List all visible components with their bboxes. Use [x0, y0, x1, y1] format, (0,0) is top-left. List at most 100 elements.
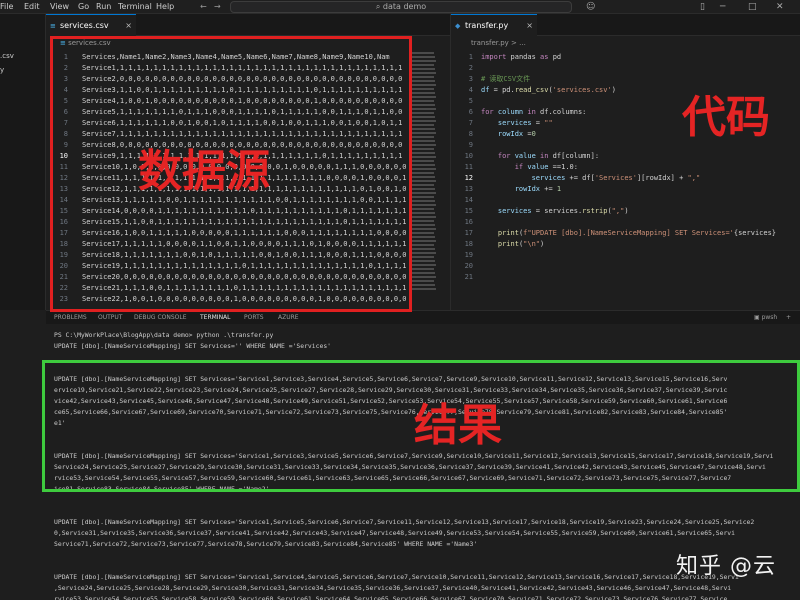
code-token: = [535, 119, 545, 127]
code-token: f"UPDATE [dbo].[NameServiceMapping] SET … [523, 229, 734, 237]
line-number: 8 [468, 130, 473, 138]
minimap-line [412, 180, 436, 182]
code-text: print("\n") [481, 239, 544, 250]
terminal-shell-icon[interactable]: ▣ pwsh [754, 311, 777, 325]
tab-debug-console[interactable]: DEBUG CONSOLE [134, 311, 187, 325]
code-text: for value in df[column]: [481, 151, 599, 162]
terminal-shell-label: pwsh [761, 314, 778, 321]
code-token: in [527, 108, 541, 116]
line-number: 14 [464, 196, 473, 204]
minimap-line [412, 244, 434, 246]
code-token: print [497, 229, 519, 237]
tab-label: transfer.py [465, 21, 509, 30]
minimap-line [412, 184, 434, 186]
code-token: df[column]: [552, 152, 600, 160]
editor-group-python: ◆ transfer.py × transfer.py > ... 1 impor… [450, 14, 800, 310]
line-number: 9 [468, 141, 473, 149]
breadcrumb-file: transfer.py > ... [471, 39, 526, 47]
code-token: ) [624, 207, 629, 215]
code-token: "\n" [523, 240, 541, 248]
code-token: rstrip [582, 207, 608, 215]
back-arrow-icon[interactable]: ← [200, 0, 207, 14]
minimap-line [412, 120, 436, 122]
menu-go[interactable]: Go [78, 0, 89, 14]
code-token: "" [544, 119, 553, 127]
terminal-line: PS C:\MyWorkPlace\BlogApp\data demo> pyt… [54, 331, 274, 339]
tab-services-csv[interactable]: ≡ services.csv × [46, 14, 136, 36]
tab-output[interactable]: OUTPUT [98, 311, 122, 325]
minimize-icon[interactable]: ─ [720, 0, 725, 14]
line-number: 16 [464, 218, 473, 226]
minimap-line [412, 276, 436, 278]
search-icon: ⌕ [375, 2, 383, 11]
code-token: pd [552, 53, 562, 61]
menu-run[interactable]: Run [96, 0, 111, 14]
close-window-icon[interactable]: ✕ [776, 0, 784, 14]
panel-tab-bar: PROBLEMS OUTPUT DEBUG CONSOLE TERMINAL P… [46, 310, 800, 326]
minimap-line [412, 256, 434, 258]
code-token: value [527, 163, 553, 171]
code-line: 18 print("\n") [451, 239, 800, 250]
code-line: 12 services += df['Services'][rowIdx] + … [451, 173, 800, 184]
terminal-line: rvice53,Service54,Service55,Service58,Se… [54, 595, 728, 600]
line-number: 6 [468, 108, 473, 116]
code-token: += [544, 185, 557, 193]
code-line: 11 if value ==1.0: [451, 162, 800, 173]
menu-help[interactable]: Help [156, 0, 174, 14]
copilot-icon[interactable]: ☺ [586, 0, 595, 14]
terminal-line: 0,Service31,Service35,Service36,Service3… [54, 529, 736, 537]
line-number: 11 [464, 163, 473, 171]
close-tab-icon[interactable]: × [526, 15, 533, 37]
tab-azure[interactable]: AZURE [278, 311, 299, 325]
code-token: {services} [733, 229, 777, 237]
code-token: = pd. [493, 86, 515, 94]
code-token: read_csv [514, 86, 549, 94]
maximize-icon[interactable]: □ [748, 0, 757, 14]
menu-terminal[interactable]: Terminal [118, 0, 152, 14]
new-terminal-icon[interactable]: + [786, 311, 791, 325]
code-line: 1 import pandas as pd [451, 52, 800, 63]
code-token: for [497, 152, 515, 160]
minimap-line [412, 208, 434, 210]
code-label: 代码 [682, 92, 770, 143]
tab-ports[interactable]: PORTS [244, 311, 264, 325]
command-center-search[interactable]: ⌕ data demo [230, 1, 572, 13]
code-token: += df[ [569, 174, 595, 182]
tab-transfer-py[interactable]: ◆ transfer.py × [451, 14, 537, 36]
layout-icon[interactable]: ▯ [700, 0, 705, 14]
tab-problems[interactable]: PROBLEMS [54, 311, 87, 325]
code-token: if [514, 163, 528, 171]
minimap-line [412, 192, 436, 194]
minimap-line [412, 84, 436, 86]
breadcrumb[interactable]: transfer.py > ... [471, 39, 526, 47]
minimap-line [412, 204, 436, 206]
minimap[interactable] [412, 52, 442, 310]
line-number: 3 [468, 75, 473, 83]
menu-file[interactable]: File [0, 0, 13, 14]
sidebar-item-csv[interactable]: .csv [0, 52, 14, 60]
minimap-line [412, 160, 434, 162]
forward-arrow-icon[interactable]: → [214, 0, 221, 14]
minimap-line [412, 156, 436, 158]
close-tab-icon[interactable]: × [125, 15, 132, 37]
minimap-line [412, 164, 435, 166]
minimap-line [412, 228, 436, 230]
result-label: 结果 [414, 400, 502, 451]
minimap-line [412, 280, 434, 282]
zhihu-watermark: 知乎 @云 [676, 554, 776, 579]
data-source-label: 数据源 [138, 146, 270, 197]
menu-view[interactable]: View [50, 0, 69, 14]
minimap-line [412, 212, 435, 214]
tab-strip: ◆ transfer.py × [451, 14, 800, 36]
menu-edit[interactable]: Edit [24, 0, 40, 14]
minimap-line [412, 188, 435, 190]
minimap-line [412, 92, 435, 94]
terminal-line: UPDATE [dbo].[NameServiceMapping] SET Se… [54, 518, 755, 526]
code-token: import [481, 53, 511, 61]
minimap-line [412, 116, 435, 118]
code-text: services = services.rstrip(",") [481, 206, 629, 217]
sidebar-item-py[interactable]: y [0, 66, 4, 74]
